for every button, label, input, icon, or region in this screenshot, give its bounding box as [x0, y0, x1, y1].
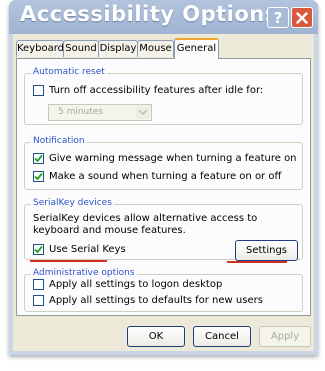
serialkey-devices-group: SerialKey devices SerialKey devices allo…	[24, 198, 303, 261]
apply-logon-checkbox[interactable]: Apply all settings to logon desktop	[33, 279, 222, 290]
warning-message-checkbox[interactable]: Give warning message when turning a feat…	[33, 153, 297, 164]
tab-general[interactable]: General	[174, 38, 219, 59]
title-bar[interactable]: Accessibility Options ?	[9, 0, 318, 34]
tab-keyboard[interactable]: Keyboard	[16, 40, 64, 57]
automatic-reset-group: Automatic reset Turn off accessibility f…	[24, 67, 303, 125]
notification-legend: Notification	[31, 136, 87, 146]
make-sound-checkbox[interactable]: Make a sound when turning a feature on o…	[33, 171, 281, 182]
administrative-legend: Administrative options	[31, 268, 137, 278]
serialkey-settings-button[interactable]: Settings	[235, 240, 298, 261]
turn-off-features-label: Turn off accessibility features after id…	[49, 85, 264, 96]
warning-message-label: Give warning message when turning a feat…	[49, 153, 297, 164]
serial-keys-check-icon[interactable]	[33, 244, 44, 255]
use-serial-keys-underline	[30, 260, 107, 262]
turn-off-features-checkbox[interactable]: Turn off accessibility features after id…	[33, 85, 263, 96]
use-serial-keys-label: Use Serial Keys	[49, 244, 126, 255]
administrative-options-group: Administrative options Apply all setting…	[24, 268, 303, 312]
dialog-body: Keyboard Sound Display Mouse General Aut…	[13, 34, 314, 351]
settings-underline	[227, 261, 287, 263]
tab-mouse[interactable]: Mouse	[137, 40, 174, 57]
apply-defaults-box[interactable]	[33, 295, 44, 306]
apply-logon-label: Apply all settings to logon desktop	[49, 279, 223, 290]
ok-button[interactable]: OK	[127, 326, 185, 347]
serialkey-legend: SerialKey devices	[31, 198, 114, 208]
apply-logon-box[interactable]	[33, 279, 44, 290]
close-icon[interactable]	[291, 7, 313, 28]
help-icon[interactable]: ?	[267, 7, 289, 28]
notification-group: Notification Give warning message when t…	[24, 136, 303, 190]
serialkey-description: SerialKey devices allow alternative acce…	[33, 213, 258, 236]
apply-button[interactable]: Apply	[259, 326, 311, 347]
turn-off-features-box[interactable]	[33, 85, 44, 96]
window-title: Accessibility Options	[20, 2, 278, 26]
apply-defaults-checkbox[interactable]: Apply all settings to defaults for new u…	[33, 295, 263, 306]
accessibility-options-window: Accessibility Options ? Keyboard Sound D…	[9, 0, 318, 355]
warning-check-icon[interactable]	[33, 153, 44, 164]
cancel-button[interactable]: Cancel	[193, 326, 251, 347]
use-serial-keys-checkbox[interactable]: Use Serial Keys	[33, 244, 126, 255]
idle-time-select[interactable]: 5 minutes	[48, 104, 152, 121]
automatic-reset-legend: Automatic reset	[31, 67, 107, 77]
sound-check-icon[interactable]	[33, 171, 44, 182]
chevron-down-icon[interactable]	[136, 106, 150, 119]
idle-time-value: 5 minutes	[58, 107, 104, 117]
tab-display[interactable]: Display	[98, 40, 138, 57]
make-sound-label: Make a sound when turning a feature on o…	[49, 171, 282, 182]
tab-sound[interactable]: Sound	[63, 40, 99, 57]
general-tab-panel: Automatic reset Turn off accessibility f…	[16, 58, 311, 316]
apply-defaults-label: Apply all settings to defaults for new u…	[49, 295, 263, 306]
